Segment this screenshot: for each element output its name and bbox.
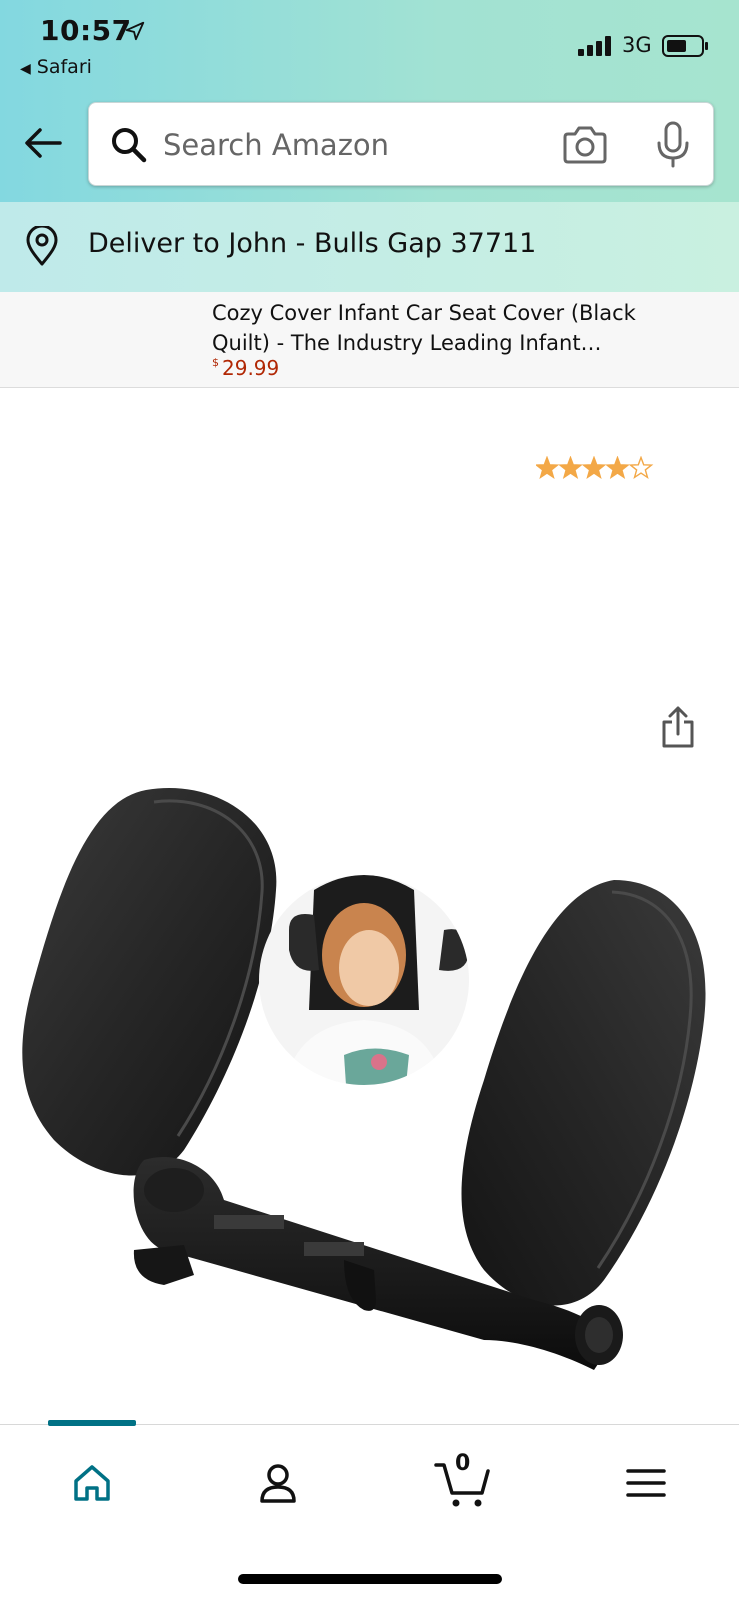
microphone-icon[interactable] (655, 121, 691, 169)
home-icon (74, 1465, 110, 1501)
delivery-text: Deliver to John - Bulls Gap 37711 (88, 228, 537, 259)
account-icon (260, 1464, 296, 1503)
status-time: 10:57 (40, 14, 132, 47)
network-type: 3G (622, 33, 652, 57)
location-arrow-icon (125, 21, 145, 41)
back-triangle-icon: ◀ (20, 61, 31, 77)
search-row (0, 100, 739, 186)
active-tab-indicator (48, 1420, 136, 1426)
camera-icon[interactable] (561, 125, 609, 165)
cart-count: 0 (455, 1451, 471, 1476)
product-image[interactable] (14, 780, 726, 1390)
search-icon (112, 128, 147, 163)
star-filled-icon (558, 456, 583, 480)
inset-model-photo (259, 875, 469, 1085)
delivery-location-bar[interactable]: Deliver to John - Bulls Gap 37711 (0, 202, 739, 292)
nav-account[interactable] (248, 1453, 308, 1513)
search-box[interactable] (88, 102, 714, 186)
star-filled-icon (605, 456, 630, 480)
home-indicator (238, 1574, 502, 1584)
status-bar: 10:57 ◀ Safari 3G (0, 0, 739, 90)
star-rating[interactable] (536, 456, 654, 480)
right-headrest-pad (461, 880, 706, 1306)
back-app-label: Safari (36, 56, 92, 78)
sticky-product-title: Cozy Cover Infant Car Seat Cover (Black … (212, 301, 636, 355)
star-filled-icon (536, 456, 560, 480)
sticky-product-price: $29.99 (212, 356, 279, 380)
currency-symbol: $ (212, 356, 219, 369)
sticky-product-banner[interactable]: Cozy Cover Infant Car Seat Cover (Black … (0, 292, 739, 388)
signal-strength-icon (578, 36, 611, 56)
nav-home[interactable] (62, 1453, 122, 1513)
search-input[interactable] (163, 123, 543, 167)
back-arrow-icon[interactable] (22, 122, 64, 164)
star-empty-icon (628, 456, 654, 480)
location-pin-icon (26, 226, 58, 266)
menu-icon (626, 1469, 666, 1497)
back-to-app[interactable]: ◀ Safari (20, 56, 92, 78)
left-headrest-pad (22, 787, 277, 1176)
price-value: 29.99 (222, 356, 280, 380)
star-filled-icon (581, 456, 607, 480)
nav-menu[interactable] (616, 1453, 676, 1513)
share-icon[interactable] (660, 704, 696, 750)
amazon-product-page: 10:57 ◀ Safari 3G Search Amazon Deliver … (0, 0, 739, 1600)
nav-cart[interactable]: 0 (434, 1451, 494, 1513)
battery-icon (662, 35, 708, 57)
